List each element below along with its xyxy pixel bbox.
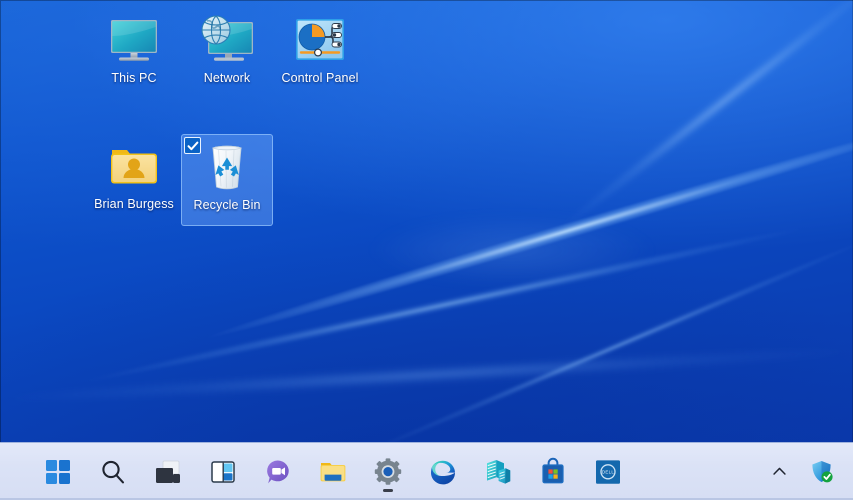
network-globe-icon	[199, 14, 255, 66]
desktop-icon-label: Recycle Bin	[193, 198, 260, 213]
dell-icon: DELL	[593, 457, 623, 487]
taskbar-edge-button[interactable]	[415, 449, 470, 495]
taskbar-buttons: DELL	[30, 449, 635, 495]
control-panel-icon	[292, 14, 348, 66]
system-tray	[761, 452, 839, 492]
taskbar-search-button[interactable]	[85, 449, 140, 495]
taskbar-file-explorer-button[interactable]	[305, 449, 360, 495]
desktop-icon-network[interactable]: Network	[181, 8, 273, 100]
widgets-icon	[208, 457, 238, 487]
chat-icon	[263, 457, 293, 487]
database-stack-icon	[483, 457, 513, 487]
shield-check-icon	[809, 459, 834, 484]
windows-logo-icon	[43, 457, 73, 487]
desktop-icon-grid: This PC	[88, 8, 366, 232]
folder-icon	[318, 457, 348, 487]
chevron-up-icon	[771, 463, 788, 480]
recycle-bin-icon	[199, 141, 255, 193]
desktop-icon-label: Network	[204, 71, 251, 86]
search-icon	[98, 457, 128, 487]
check-icon	[187, 140, 199, 152]
taskbar: DELL	[0, 442, 853, 500]
desktop-icon-control-panel[interactable]: Control Panel	[274, 8, 366, 100]
taskbar-start-button[interactable]	[30, 449, 85, 495]
taskbar-chat-button[interactable]	[250, 449, 305, 495]
desktop-icon-recycle-bin[interactable]: Recycle Bin	[181, 134, 273, 226]
desktop-screen: This PC	[0, 0, 853, 500]
monitor-icon	[106, 14, 162, 66]
user-folder-icon	[106, 140, 162, 192]
taskbar-database-button[interactable]	[470, 449, 525, 495]
wallpaper-ribbon-topright	[410, 0, 853, 386]
taskbar-widgets-button[interactable]	[195, 449, 250, 495]
tray-windows-security[interactable]	[803, 452, 839, 492]
dell-logo-text: DELL	[601, 469, 613, 474]
store-bag-icon	[538, 457, 568, 487]
taskbar-task-view-button[interactable]	[140, 449, 195, 495]
taskbar-store-button[interactable]	[525, 449, 580, 495]
gear-icon	[373, 457, 403, 487]
edge-icon	[428, 457, 458, 487]
running-indicator	[383, 489, 393, 492]
taskbar-dell-button[interactable]: DELL	[580, 449, 635, 495]
taskbar-settings-button[interactable]	[360, 449, 415, 495]
desktop-icon-label: This PC	[111, 71, 156, 86]
desktop-icon-label: Control Panel	[281, 71, 358, 86]
desktop-icon-this-pc[interactable]: This PC	[88, 8, 180, 100]
desktop-icon-label: Brian Burgess	[94, 197, 174, 212]
tray-show-hidden-icons[interactable]	[761, 452, 797, 492]
desktop-icon-user-folder[interactable]: Brian Burgess	[88, 134, 180, 226]
task-view-icon	[153, 457, 183, 487]
